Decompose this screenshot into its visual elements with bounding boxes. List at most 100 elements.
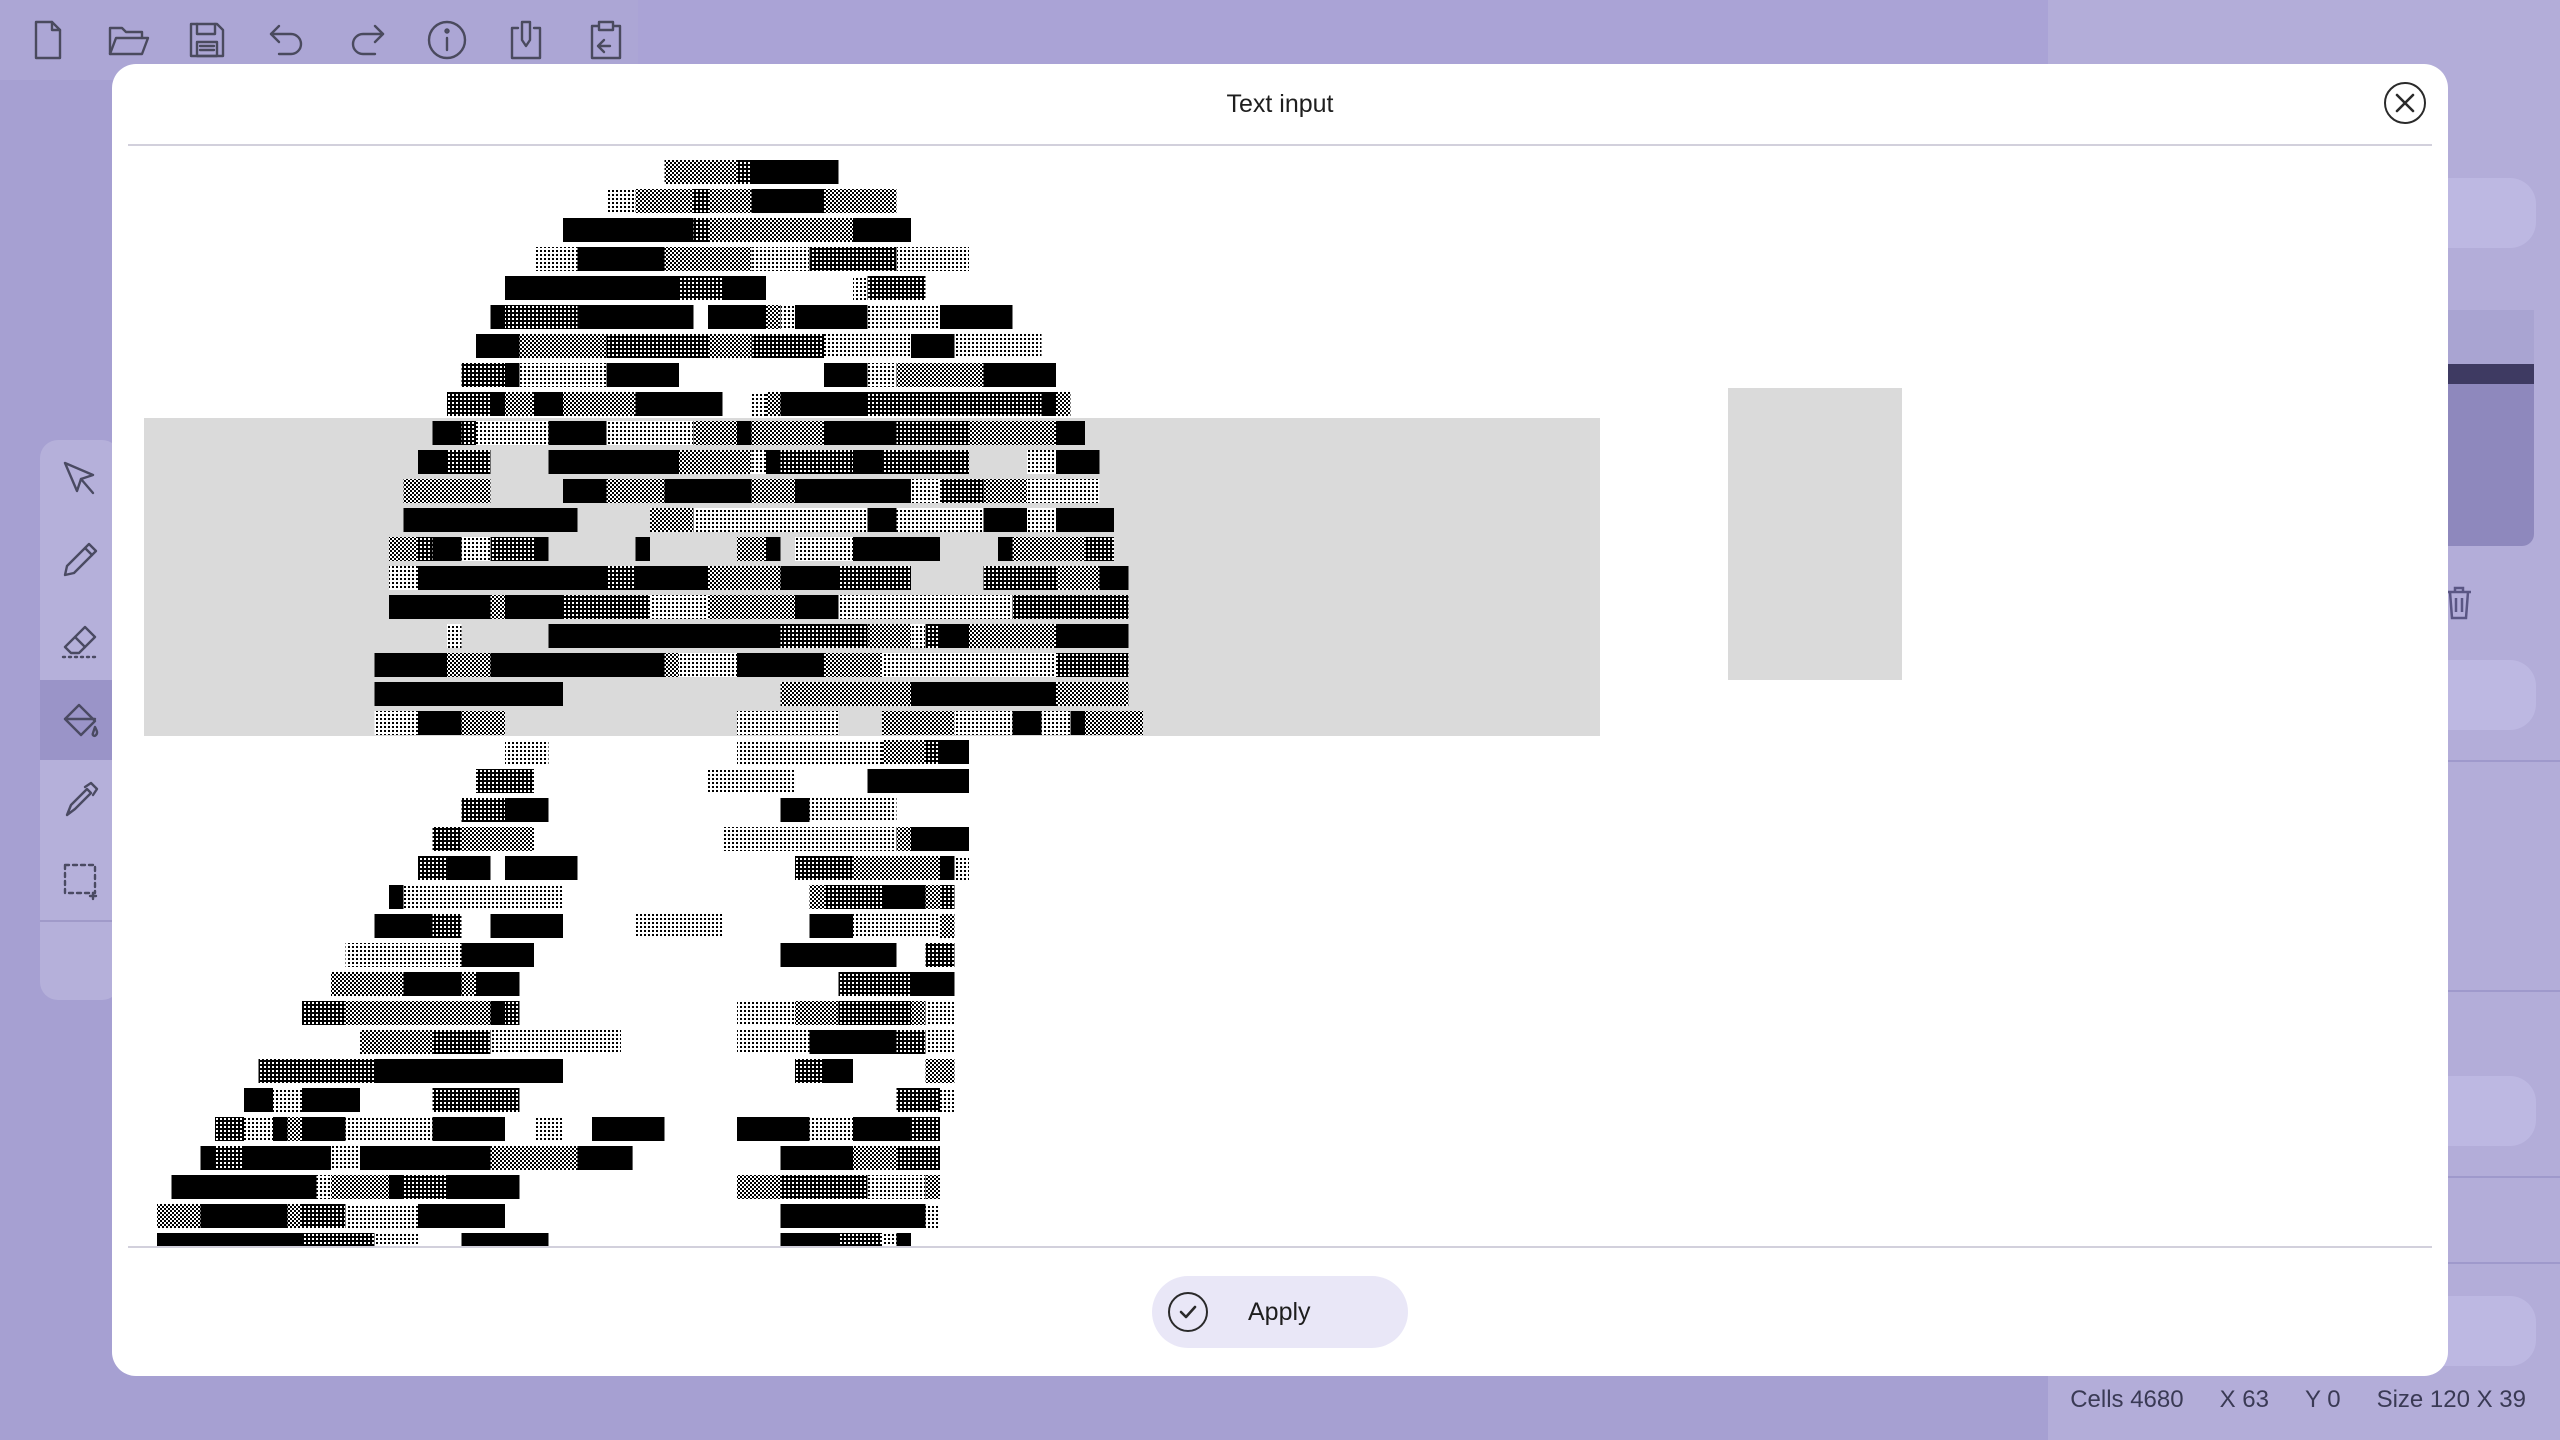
eraser-tool-button[interactable] xyxy=(40,600,120,680)
ascii-art-block xyxy=(751,189,824,213)
ascii-art-block xyxy=(490,392,505,416)
check-circle-icon xyxy=(1168,1292,1208,1332)
ascii-art-block xyxy=(1056,624,1129,648)
layer-preview-thumbnail[interactable] xyxy=(2440,310,2534,546)
pencil-tool-button[interactable] xyxy=(40,520,120,600)
ascii-art-block xyxy=(592,1117,665,1141)
ascii-art-block xyxy=(635,914,723,938)
ascii-art-block xyxy=(708,160,737,184)
ascii-art-block xyxy=(722,276,766,300)
dialog-divider xyxy=(128,1246,2432,1248)
ascii-art-block xyxy=(418,711,462,735)
ascii-art-block xyxy=(534,537,549,561)
ascii-art-block xyxy=(824,421,882,445)
select-tool-button[interactable] xyxy=(40,440,120,520)
ascii-art-block xyxy=(1085,711,1143,735)
ascii-art-block xyxy=(331,1146,360,1170)
ascii-art-block xyxy=(432,827,462,851)
ascii-art-block xyxy=(824,653,882,677)
ascii-art-block xyxy=(998,305,1013,329)
ascii-art-block xyxy=(432,914,462,938)
ascii-art-block xyxy=(809,247,897,271)
ascii-art-block xyxy=(606,334,621,358)
close-button[interactable] xyxy=(2384,82,2426,124)
ascii-art-block xyxy=(476,885,563,909)
ascii-art-block xyxy=(621,305,665,329)
ascii-art-block xyxy=(882,653,955,677)
ascii-art-block xyxy=(360,1030,433,1054)
ascii-art-block xyxy=(838,595,897,619)
ascii-art-block xyxy=(534,1030,621,1054)
delete-layer-button[interactable] xyxy=(2444,584,2474,620)
ascii-art-block xyxy=(635,392,723,416)
ascii-art-block xyxy=(476,421,549,445)
ascii-art-block xyxy=(911,334,955,358)
ascii-art-block xyxy=(911,1001,926,1025)
ascii-art-block xyxy=(476,856,491,880)
ascii-art-block xyxy=(708,624,781,648)
ascii-art-block xyxy=(940,740,969,764)
ascii-art-block xyxy=(374,653,389,677)
ascii-art-block xyxy=(1056,421,1085,445)
ascii-art-block xyxy=(577,1146,633,1170)
ascii-art-block xyxy=(882,450,969,474)
ascii-art-block xyxy=(795,305,868,329)
ascii-art-block xyxy=(867,508,897,532)
ascii-art-block xyxy=(563,479,592,503)
ascii-art-block xyxy=(882,1030,897,1054)
ascii-art-block xyxy=(476,508,549,532)
ascii-art-block xyxy=(780,392,824,416)
clipboard-icon xyxy=(590,20,622,60)
ascii-art-block xyxy=(780,305,795,329)
ascii-art-block xyxy=(896,1233,911,1246)
ascii-art-block xyxy=(853,856,940,880)
ascii-art-block xyxy=(708,247,752,271)
ascii-art-block xyxy=(432,1088,520,1112)
ascii-art-block xyxy=(940,885,955,909)
ascii-art-block xyxy=(751,160,795,184)
ascii-art-block xyxy=(1085,537,1114,561)
ascii-art-block xyxy=(708,566,781,590)
ascii-art-block xyxy=(505,392,534,416)
ascii-art-block xyxy=(911,479,940,503)
ascii-art-block xyxy=(447,1146,462,1170)
ascii-art-block xyxy=(374,711,418,735)
ascii-art-block xyxy=(418,914,433,938)
ascii-art-block xyxy=(1056,566,1100,590)
ascii-art-block xyxy=(1114,566,1129,590)
ascii-art-block xyxy=(258,1175,317,1199)
ascii-art-block xyxy=(490,653,578,677)
ascii-art-block xyxy=(737,711,810,735)
ascii-art-block xyxy=(1085,595,1129,619)
apply-button[interactable]: Apply xyxy=(1152,1276,1408,1348)
ascii-art-block xyxy=(273,1117,288,1141)
redo-icon xyxy=(351,24,385,56)
ascii-art-block xyxy=(925,1059,955,1083)
ascii-art-block xyxy=(925,1175,940,1199)
ascii-art-block xyxy=(432,537,462,561)
ascii-art-block xyxy=(432,421,462,445)
ascii-art-block xyxy=(505,1001,520,1025)
ascii-art-block xyxy=(519,276,549,300)
ascii-art-block xyxy=(563,595,650,619)
ascii-art-block xyxy=(432,972,462,996)
ascii-art-block xyxy=(1056,450,1100,474)
close-icon xyxy=(2395,93,2415,113)
ascii-art-block xyxy=(1012,595,1085,619)
fill-tool-button[interactable] xyxy=(40,680,120,760)
ascii-text-area[interactable] xyxy=(128,146,2432,1246)
eyedropper-tool-button[interactable] xyxy=(40,760,120,840)
ascii-art-block xyxy=(766,305,781,329)
ascii-art-block xyxy=(824,189,897,213)
ascii-art-block xyxy=(708,595,795,619)
ascii-art-block xyxy=(867,624,911,648)
rectangle-select-tool-button[interactable] xyxy=(40,840,120,920)
ascii-art-block xyxy=(954,711,1013,735)
ascii-art-block xyxy=(258,1204,288,1228)
ascii-art-block xyxy=(780,247,810,271)
ascii-art-block xyxy=(490,1030,534,1054)
new-file-button[interactable] xyxy=(8,0,88,80)
ascii-art-block xyxy=(403,1175,447,1199)
ascii-art-block xyxy=(853,450,882,474)
ascii-art-block xyxy=(809,740,882,764)
